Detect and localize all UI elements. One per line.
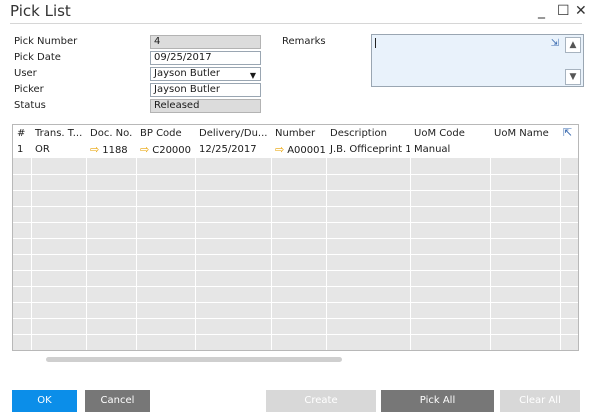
grid-divider (13, 254, 578, 255)
dropdown-arrow-icon[interactable]: ▼ (250, 70, 256, 80)
column-header-uom-name[interactable]: UoM Name (490, 125, 560, 142)
column-header-number[interactable]: Number (271, 125, 326, 142)
cell-delivery-date: 12/25/2017 (199, 144, 257, 155)
column-header-index[interactable]: # (13, 125, 31, 142)
expand-grid-icon[interactable]: ⇱ (563, 126, 572, 139)
pick-number-label: Pick Number (14, 36, 78, 47)
doc-no-value: 1188 (102, 145, 128, 156)
grid-divider (13, 190, 578, 191)
pick-date-label: Pick Date (14, 52, 61, 63)
title-bar: Pick List _ ☐ ✕ (0, 0, 592, 24)
user-select[interactable]: Jayson Butler ▼ (150, 67, 261, 81)
cell-doc-no[interactable]: ⇨ 1188 (86, 142, 136, 158)
cell-bp-code[interactable]: ⇨ C20000 (136, 142, 195, 158)
status-field: Released (150, 99, 261, 113)
horizontal-scrollbar[interactable] (46, 357, 342, 362)
pick-number-field: 4 (150, 35, 261, 49)
user-value: Jayson Butler (154, 68, 221, 79)
grid-divider (13, 334, 578, 335)
grid-divider (13, 302, 578, 303)
link-arrow-icon[interactable]: ⇨ (90, 143, 99, 156)
cell-description: J.B. Officeprint 14 (330, 144, 410, 155)
grid-divider (13, 174, 578, 175)
cancel-button[interactable]: Cancel (85, 390, 150, 412)
pick-list-grid: # Trans. T... Doc. No. BP Code Delivery/… (12, 124, 579, 351)
link-arrow-icon[interactable]: ⇨ (140, 143, 149, 156)
create-button[interactable]: Create (266, 390, 376, 412)
scroll-up-icon[interactable]: ▲ (565, 37, 581, 53)
cell-uom-code: Manual (414, 144, 451, 155)
remarks-textarea[interactable]: ⇲ ▲ ▼ (371, 34, 584, 87)
column-header-doc-no[interactable]: Doc. No. (86, 125, 136, 142)
pick-date-field[interactable]: 09/25/2017 (150, 51, 261, 65)
close-icon[interactable]: ✕ (575, 3, 587, 19)
column-header-bp-code[interactable]: BP Code (136, 125, 195, 142)
column-header-uom-code[interactable]: UoM Code (410, 125, 490, 142)
picker-field[interactable]: Jayson Butler (150, 83, 261, 97)
column-header-description[interactable]: Description (326, 125, 410, 142)
cell-index: 1 (17, 144, 24, 155)
cell-uom-name (490, 142, 560, 158)
text-caret (375, 38, 376, 48)
grid-header: # Trans. T... Doc. No. BP Code Delivery/… (13, 125, 578, 142)
cell-trans-type: OR (35, 144, 50, 155)
grid-divider (13, 238, 578, 239)
bp-code-value: C20000 (152, 145, 192, 156)
expand-icon[interactable]: ⇲ (551, 38, 559, 49)
grid-divider (13, 318, 578, 319)
clear-all-button[interactable]: Clear All (500, 390, 580, 412)
minimize-icon[interactable]: _ (538, 3, 545, 19)
remarks-label: Remarks (282, 36, 326, 47)
pick-all-button[interactable]: Pick All (381, 390, 494, 412)
picker-label: Picker (14, 84, 44, 95)
status-label: Status (14, 100, 46, 111)
grid-divider (13, 206, 578, 207)
number-value: A00001 (287, 145, 326, 156)
maximize-icon[interactable]: ☐ (557, 3, 570, 19)
window-title: Pick List (10, 2, 71, 20)
grid-divider (13, 286, 578, 287)
link-arrow-icon[interactable]: ⇨ (275, 143, 284, 156)
grid-divider (13, 270, 578, 271)
grid-divider (13, 222, 578, 223)
ok-button[interactable]: OK (12, 390, 77, 412)
cell-number[interactable]: ⇨ A00001 (271, 142, 326, 158)
title-divider (10, 23, 582, 24)
column-header-delivery-date[interactable]: Delivery/Du... (195, 125, 271, 142)
scroll-down-icon[interactable]: ▼ (565, 69, 581, 85)
user-label: User (14, 68, 37, 79)
column-header-trans-type[interactable]: Trans. T... (31, 125, 86, 142)
